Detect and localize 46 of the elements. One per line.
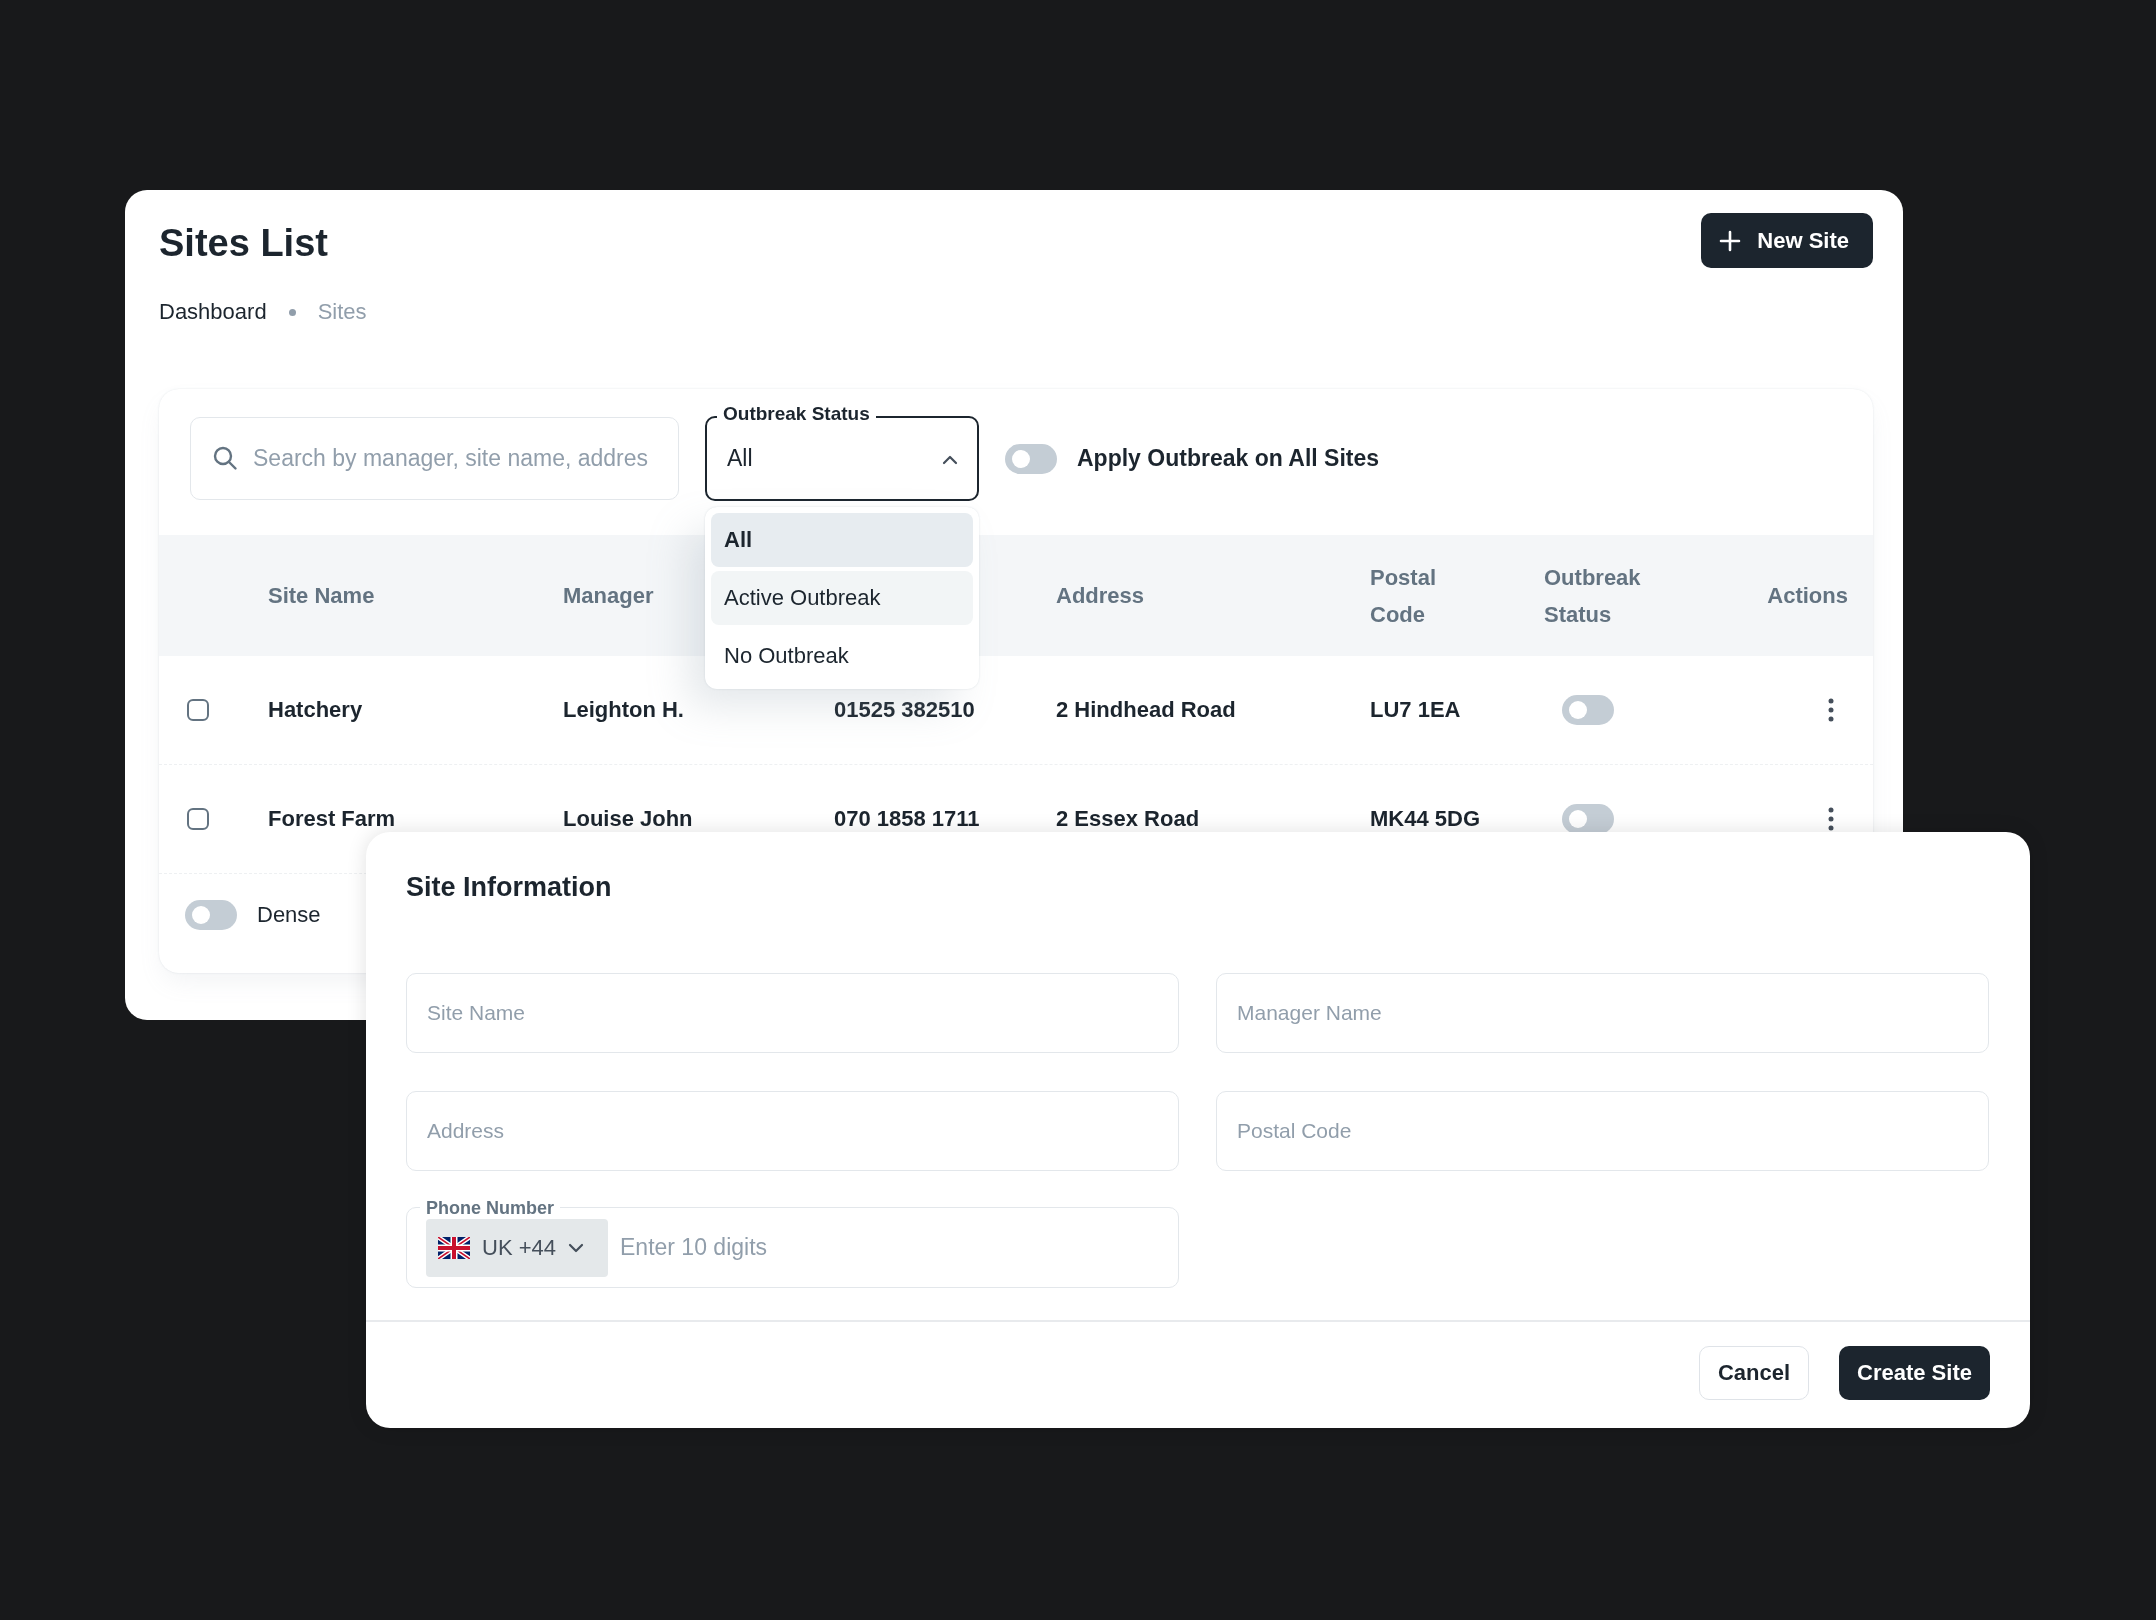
search-field[interactable]: Search by manager, site name, addres xyxy=(190,417,679,500)
new-site-button[interactable]: New Site xyxy=(1701,213,1873,268)
toggle-switch[interactable] xyxy=(1005,443,1057,474)
dropdown-option[interactable]: Active Outbreak xyxy=(711,571,973,625)
phone-input[interactable]: Enter 10 digits xyxy=(620,1234,1164,1261)
table-cell: 2 Hindhead Road xyxy=(1056,697,1236,723)
table-cell: Forest Farm xyxy=(268,806,396,832)
column-header: Address xyxy=(1056,582,1145,610)
breadcrumb-link[interactable]: Dashboard xyxy=(159,299,267,325)
country-code-select[interactable]: UK +44 xyxy=(426,1218,608,1277)
chevron-down-icon xyxy=(568,1242,584,1253)
table-cell: LU7 1EA xyxy=(1370,697,1461,723)
breadcrumb-separator xyxy=(288,308,296,316)
more-vertical-icon xyxy=(1828,698,1834,722)
table-cell: Leighton H. xyxy=(563,697,684,723)
table-cell: 070 1858 1711 xyxy=(834,806,980,832)
dropdown-option[interactable]: No Outbreak xyxy=(711,629,973,683)
input-field[interactable]: Site Name xyxy=(406,973,1179,1053)
table-cell: 2 Essex Road xyxy=(1056,806,1200,832)
column-header: Site Name xyxy=(268,582,375,610)
more-vertical-icon xyxy=(1828,807,1834,831)
toggle-switch[interactable] xyxy=(185,900,237,930)
uk-flag-icon xyxy=(438,1236,470,1259)
input-field[interactable]: Address xyxy=(406,1091,1179,1171)
create-site-button[interactable]: Create Site xyxy=(1839,1346,1990,1400)
dropdown-option[interactable]: All xyxy=(711,513,973,567)
toggle-switch[interactable] xyxy=(1562,804,1614,834)
input-field[interactable]: Manager Name xyxy=(1216,973,1989,1053)
row-checkbox[interactable] xyxy=(187,699,209,721)
table-cell: Hatchery xyxy=(268,697,363,723)
page-title: Sites List xyxy=(159,222,329,265)
toggle-label: Dense xyxy=(257,902,321,928)
cancel-button[interactable]: Cancel xyxy=(1699,1346,1809,1400)
column-header: Actions xyxy=(1767,582,1848,610)
column-header: Outbreak Status xyxy=(1544,563,1642,629)
toggle-label: Apply Outbreak on All Sites xyxy=(1077,445,1380,472)
table-cell: MK44 5DG xyxy=(1370,806,1481,832)
column-header: Postal Code xyxy=(1370,563,1438,629)
dialog-title: Site Information xyxy=(406,872,613,903)
plus-icon xyxy=(1719,229,1742,252)
toggle-switch[interactable] xyxy=(1562,695,1614,725)
table-cell: 01525 382510 xyxy=(834,697,975,723)
row-checkbox[interactable] xyxy=(187,808,209,830)
column-header: Manager xyxy=(563,582,654,610)
input-field[interactable]: Postal Code xyxy=(1216,1091,1989,1171)
table-cell: Louise John xyxy=(563,806,693,832)
